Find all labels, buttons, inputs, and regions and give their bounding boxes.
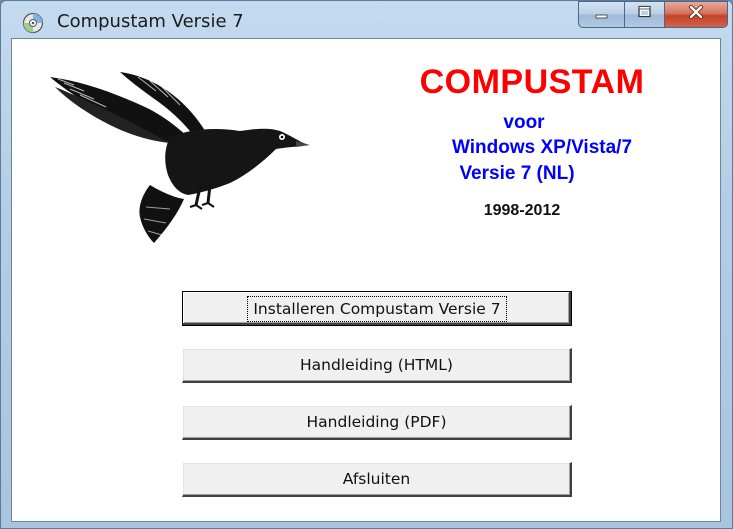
install-button-label: Installeren Compustam Versie 7: [247, 295, 507, 322]
manual-html-button[interactable]: Handleiding (HTML): [182, 348, 572, 383]
exit-button-label: Afsluiten: [342, 470, 411, 488]
manual-pdf-button[interactable]: Handleiding (PDF): [182, 405, 572, 440]
subtitle-voor: voor: [503, 112, 545, 133]
install-button[interactable]: Installeren Compustam Versie 7: [182, 291, 572, 326]
minimize-button[interactable]: [578, 1, 624, 28]
dove-image: [50, 67, 310, 247]
installer-window: Compustam Versie 7 COMPUSTAM voor Window…: [0, 0, 733, 529]
minimize-icon: [594, 6, 610, 24]
close-icon: [688, 5, 704, 24]
manual-html-button-label: Handleiding (HTML): [300, 356, 453, 374]
caption-buttons: [578, 1, 728, 28]
close-button[interactable]: [664, 1, 728, 28]
copyright-years: 1998-2012: [483, 202, 561, 219]
brand-title: COMPUSTAM: [419, 63, 645, 101]
subtitle-windows-versions: Windows XP/Vista/7: [451, 137, 633, 158]
exit-button[interactable]: Afsluiten: [182, 462, 572, 497]
maximize-icon: [637, 5, 653, 24]
manual-pdf-button-label: Handleiding (PDF): [306, 413, 447, 431]
cd-disc-icon: [22, 12, 44, 34]
title-bar[interactable]: Compustam Versie 7: [1, 1, 732, 39]
subtitle-version: Versie 7 (NL): [459, 163, 575, 184]
dialog-client-area: COMPUSTAM voor Windows XP/Vista/7 Versie…: [11, 38, 721, 522]
window-title: Compustam Versie 7: [57, 11, 244, 32]
maximize-button[interactable]: [624, 1, 664, 28]
